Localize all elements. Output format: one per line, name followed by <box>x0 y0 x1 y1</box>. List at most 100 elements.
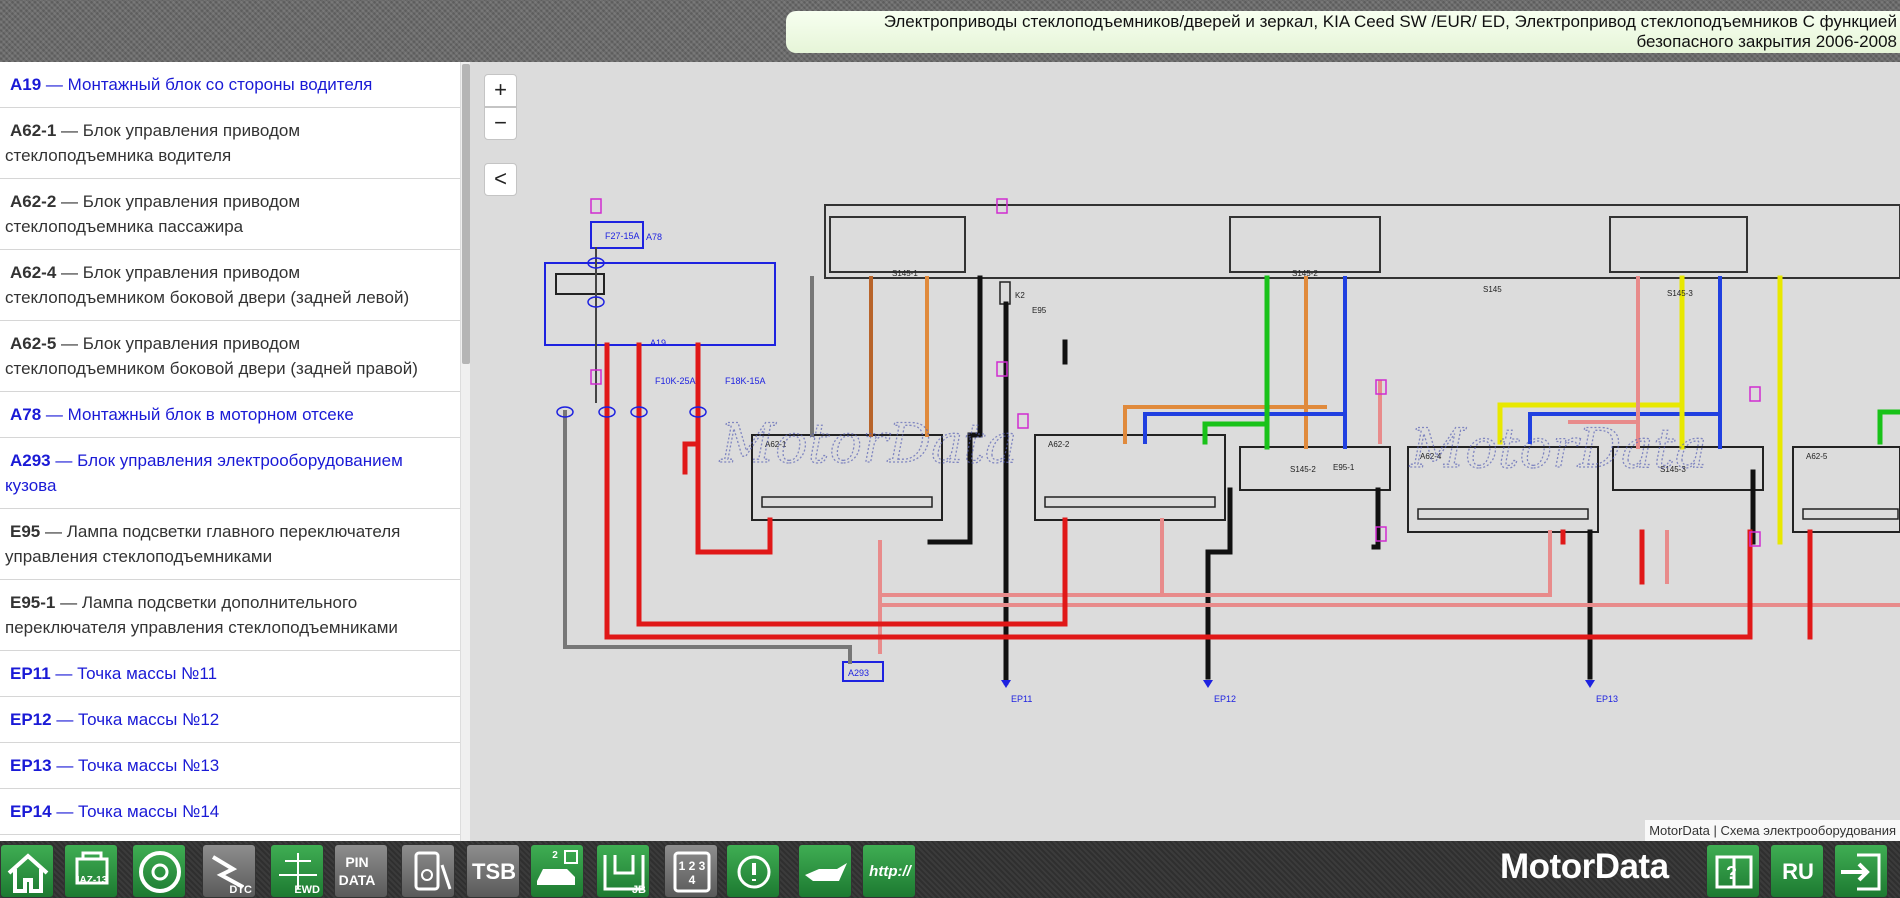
item-desc: — Блок управления электрооборудованием к… <box>5 451 403 495</box>
label-s145-2-top: S145-2 <box>1292 269 1318 278</box>
page-title: Электроприводы стеклоподъемников/дверей … <box>786 11 1900 53</box>
engine-button[interactable]: IAZ-13 <box>64 844 118 898</box>
item-code: A62-1 <box>10 121 57 140</box>
connector-button[interactable]: 1 2 3 4 <box>664 844 718 898</box>
item-code: A62-4 <box>10 263 57 282</box>
multimeter-icon <box>414 851 452 891</box>
item-code: A78 <box>10 405 42 424</box>
list-item-a293[interactable]: A293 — Блок управления электрооборудован… <box>0 438 460 509</box>
item-desc: — Лампа подсветки дополнительного перекл… <box>5 593 398 637</box>
label-ep11: EP11 <box>1011 694 1032 704</box>
ground-ep11 <box>1001 680 1011 688</box>
app-window: Электроприводы стеклоподъемников/дверей … <box>0 0 1900 898</box>
multimeter-button[interactable] <box>401 844 455 898</box>
header-bar: Электроприводы стеклоподъемников/дверей … <box>0 0 1900 62</box>
zoom-in-button[interactable]: + <box>484 74 517 107</box>
list-item-e95[interactable]: E95 — Лампа подсветки главного переключа… <box>0 509 460 580</box>
wire-blue-1 <box>1143 412 1347 449</box>
component-list: A19 — Монтажный блок со стороны водителя… <box>0 62 460 835</box>
label-f18: F18K-15A <box>725 376 766 386</box>
brake-warning-icon <box>737 855 771 889</box>
label-a293: A293 <box>848 668 869 678</box>
wire-black-2 <box>1205 487 1233 680</box>
list-item-a62-1[interactable]: A62-1 — Блок управления приводом стеклоп… <box>0 108 460 179</box>
item-code: EP14 <box>10 802 52 821</box>
home-button[interactable] <box>0 844 54 898</box>
sidebar-scrollbar[interactable] <box>460 62 470 841</box>
tsb-button[interactable]: TSB <box>466 844 520 898</box>
label-a62-5: A62-5 <box>1806 452 1828 461</box>
item-desc: — Точка массы №13 <box>56 756 220 775</box>
bottom-toolbar: IAZ-13 DTC EWD PIN DATA TSB 2 JB 1 2 3 4… <box>0 841 1900 898</box>
brake-warning-button[interactable] <box>726 844 780 898</box>
list-item-ep13[interactable]: EP13 — Точка массы №13 <box>0 743 460 789</box>
label-a19: A19 <box>650 338 666 348</box>
list-item-ep12[interactable]: EP12 — Точка массы №12 <box>0 697 460 743</box>
item-desc: — Блок управления приводом стеклоподъемн… <box>5 263 410 307</box>
list-item-a62-2[interactable]: A62-2 — Блок управления приводом стеклоп… <box>0 179 460 250</box>
label-a62-2: A62-2 <box>1048 440 1070 449</box>
pin-data-label: PIN DATA <box>338 854 376 888</box>
item-desc: — Точка массы №12 <box>56 710 220 729</box>
map-attribution: MotorData | Схема электрооборудования <box>1645 820 1900 841</box>
wiring-diagram-viewport[interactable]: A19 A78 A293 F27-15A F10K-25A F18K-15A E… <box>470 62 1900 841</box>
watermark-1: MotorData <box>719 412 1017 475</box>
label-e95-1: E95-1 <box>1333 463 1355 472</box>
pin-data-button[interactable]: PIN DATA <box>334 844 388 898</box>
language-button[interactable]: RU <box>1770 844 1824 898</box>
exit-button[interactable] <box>1834 844 1888 898</box>
oil-can-icon <box>805 863 847 881</box>
item-desc: — Монтажный блок в моторном отсеке <box>45 405 354 424</box>
label-e95: E95 <box>1032 306 1047 315</box>
car-lift-label: 2 <box>552 850 558 861</box>
frame-s145-1 <box>829 216 966 273</box>
oil-button[interactable] <box>798 844 852 898</box>
frame-s145 <box>824 204 1900 279</box>
label-a78: A78 <box>646 232 662 242</box>
list-item-a78[interactable]: A78 — Монтажный блок в моторном отсеке <box>0 392 460 438</box>
list-item-a62-4[interactable]: A62-4 — Блок управления приводом стеклоп… <box>0 250 460 321</box>
item-code: A62-2 <box>10 192 57 211</box>
car-lift-button[interactable]: 2 <box>530 844 584 898</box>
item-code: A293 <box>10 451 51 470</box>
frame-s145-3 <box>1609 216 1748 273</box>
dtc-button[interactable]: DTC <box>202 844 256 898</box>
wiring-diagram: A19 A78 A293 F27-15A F10K-25A F18K-15A E… <box>544 198 1900 704</box>
item-desc: — Точка массы №11 <box>55 664 218 683</box>
label-ep12: EP12 <box>1214 694 1236 704</box>
ewd-button[interactable]: EWD <box>270 844 324 898</box>
home-icon <box>7 853 49 893</box>
brand-logo: MotorData <box>1500 847 1669 886</box>
ewd-label: EWD <box>294 884 320 896</box>
list-item-e95-1[interactable]: E95-1 — Лампа подсветки дополнительного … <box>0 580 460 651</box>
collapse-sidebar-button[interactable]: < <box>484 163 517 196</box>
scrollbar-thumb[interactable] <box>462 64 470 364</box>
label-s145-3-top: S145-3 <box>1667 289 1693 298</box>
item-code: EP12 <box>10 710 52 729</box>
list-item-a19[interactable]: A19 — Монтажный блок со стороны водителя <box>0 62 460 108</box>
jb-button[interactable]: JB <box>596 844 650 898</box>
list-item-a62-5[interactable]: A62-5 — Блок управления приводом стеклоп… <box>0 321 460 392</box>
help-button[interactable]: ? <box>1706 844 1760 898</box>
item-code: A19 <box>10 75 42 94</box>
label-f27: F27-15A <box>605 231 640 241</box>
item-desc: — Лампа подсветки главного переключателя… <box>5 522 401 566</box>
label-k2: K2 <box>1015 291 1025 300</box>
list-item-ep11[interactable]: EP11 — Точка массы №11 <box>0 651 460 697</box>
box-a19 <box>544 262 776 346</box>
label-f10: F10K-25A <box>655 376 696 386</box>
http-button[interactable]: http:// <box>862 844 916 898</box>
item-desc: — Точка массы №14 <box>56 802 220 821</box>
dtc-label: DTC <box>229 884 252 896</box>
help-book-icon: ? <box>1715 855 1753 889</box>
component-sidebar: A19 — Монтажный блок со стороны водителя… <box>0 62 470 841</box>
list-item-ep14[interactable]: EP14 — Точка массы №14 <box>0 789 460 835</box>
item-desc: — Монтажный блок со стороны водителя <box>45 75 373 94</box>
zoom-out-button[interactable]: − <box>484 107 517 140</box>
jb-label: JB <box>631 884 646 896</box>
ground-ep13 <box>1585 680 1595 688</box>
watermark-2: MotorData <box>1409 417 1707 480</box>
wheel-button[interactable] <box>132 844 186 898</box>
engine-label: IAZ-13 <box>76 875 108 886</box>
item-code: A62-5 <box>10 334 57 353</box>
